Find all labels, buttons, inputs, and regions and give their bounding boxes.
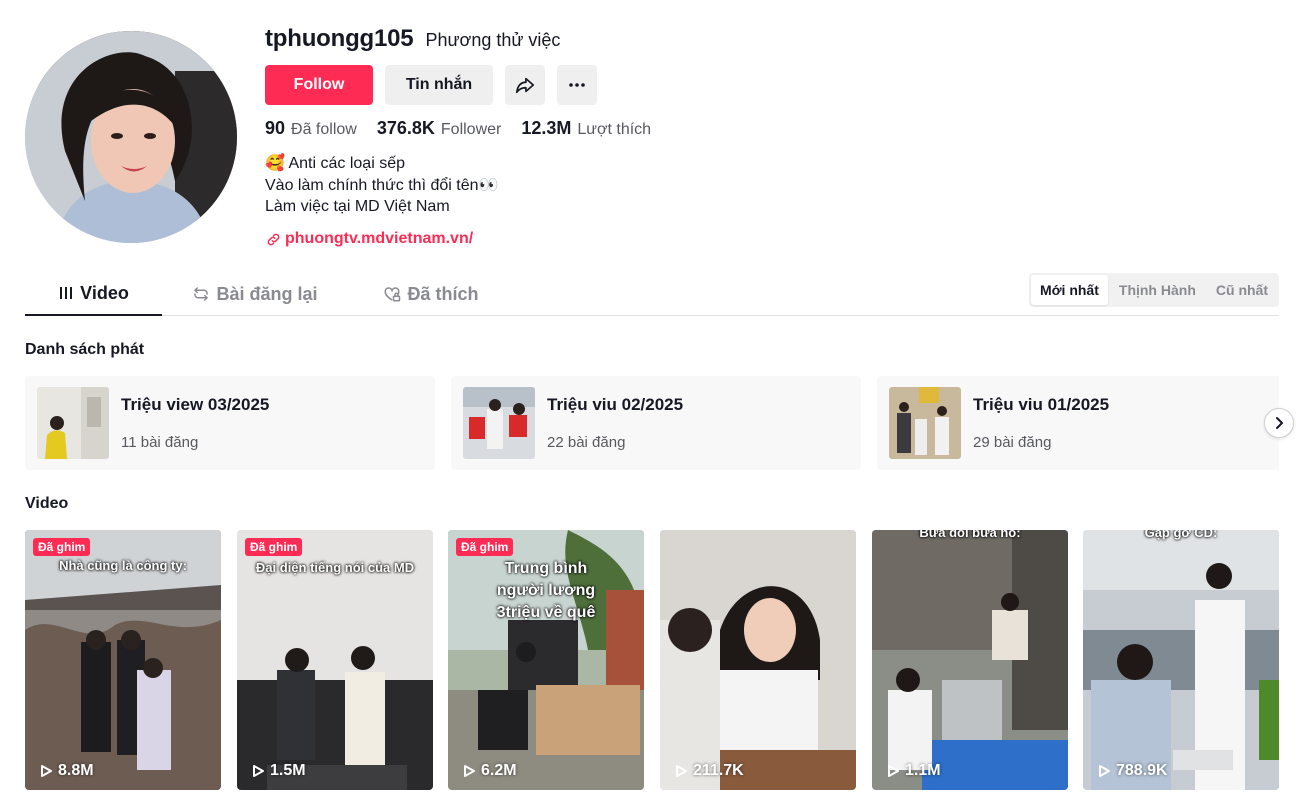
play-icon bbox=[1099, 765, 1110, 777]
bio-line: Vào làm chính thức thì đổi tên👀 bbox=[265, 176, 499, 194]
nickname: Phương thử việc bbox=[425, 30, 561, 50]
likes-count: 12.3M bbox=[521, 118, 572, 138]
pinned-badge: Đã ghim bbox=[33, 538, 91, 556]
followers-stat[interactable]: 376.8K Follower bbox=[377, 118, 502, 139]
share-icon bbox=[515, 77, 535, 94]
playlist-count: 22 bài đăng bbox=[547, 434, 626, 451]
bio-line: Làm việc tại MD Việt Nam bbox=[265, 198, 450, 215]
share-button[interactable] bbox=[505, 65, 545, 105]
video-thumbnail bbox=[660, 530, 856, 790]
view-count: 8.8M bbox=[39, 762, 94, 780]
pinned-badge: Đã ghim bbox=[245, 538, 303, 556]
following-stat[interactable]: 90 Đã follow bbox=[265, 118, 357, 139]
view-count-text: 1.5M bbox=[270, 762, 306, 779]
tab-video[interactable]: Video bbox=[25, 272, 162, 316]
video-card[interactable]: Bữa đói bữa no: 1.1M bbox=[872, 530, 1068, 790]
video-card[interactable]: Đã ghim Đại diện tiếng nói của MD 1.5M bbox=[237, 530, 433, 790]
video-caption: Đại diện tiếng nói của MD bbox=[255, 560, 415, 575]
profile-actions: Follow Tin nhắn bbox=[265, 65, 597, 105]
profile-bio: 🥰 Anti các loại sếp Vào làm chính thức t… bbox=[265, 153, 498, 218]
view-count-text: 1.1M bbox=[905, 762, 941, 779]
profile-link[interactable]: phuongtv.mdvietnam.vn/ bbox=[266, 230, 473, 248]
heart-lock-icon bbox=[384, 287, 401, 302]
view-count: 6.2M bbox=[462, 762, 517, 780]
playlist-card[interactable]: Triệu view 03/2025 11 bài đăng bbox=[25, 376, 435, 470]
grid-icon bbox=[60, 287, 73, 299]
more-button[interactable] bbox=[557, 65, 597, 105]
playlist-title: Triệu view 03/2025 bbox=[121, 395, 270, 414]
content-tabs: Video Bài đăng lại Đã thích Mới nhất Thị… bbox=[25, 272, 1279, 316]
view-count-text: 788.9K bbox=[1116, 762, 1168, 779]
view-count-text: 211.7K bbox=[693, 762, 744, 779]
playlist-next-button[interactable] bbox=[1264, 408, 1294, 438]
likes-label: Lượt thích bbox=[577, 121, 652, 138]
more-icon bbox=[569, 83, 585, 87]
view-count-text: 6.2M bbox=[481, 762, 517, 779]
view-count-text: 8.8M bbox=[58, 762, 94, 779]
following-label: Đã follow bbox=[291, 121, 357, 138]
view-count: 788.9K bbox=[1097, 762, 1168, 780]
link-icon bbox=[267, 233, 280, 245]
play-icon bbox=[253, 765, 264, 777]
video-card[interactable]: Gặp gỡ CD: 788.9K bbox=[1083, 530, 1279, 790]
play-icon bbox=[41, 765, 52, 777]
video-caption: Gặp gỡ CD: bbox=[1144, 530, 1218, 540]
playlist-card[interactable]: Triệu viu 02/2025 22 bài đăng bbox=[451, 376, 861, 470]
tab-liked[interactable]: Đã thích bbox=[375, 272, 487, 316]
likes-stat: 12.3M Lượt thích bbox=[521, 118, 651, 139]
bio-line: 🥰 Anti các loại sếp bbox=[265, 155, 405, 172]
sort-toggle: Mới nhất Thịnh Hành Cũ nhất bbox=[1028, 273, 1279, 307]
profile-link-text: phuongtv.mdvietnam.vn/ bbox=[285, 230, 474, 247]
message-button[interactable]: Tin nhắn bbox=[385, 65, 493, 105]
view-count: 1.1M bbox=[886, 762, 941, 780]
sort-oldest[interactable]: Cũ nhất bbox=[1207, 275, 1277, 305]
username: tphuongg105 bbox=[265, 25, 414, 52]
view-count: 1.5M bbox=[251, 762, 306, 780]
video-card[interactable]: Đã ghim Trung bình người lương 3triệu về… bbox=[448, 530, 644, 790]
follow-button[interactable]: Follow bbox=[265, 65, 373, 105]
video-grid: Đã ghim Nhà cũng là công ty: 8.8M Đã ghi… bbox=[25, 530, 1279, 790]
playlist-count: 29 bài đăng bbox=[973, 434, 1052, 451]
video-caption: Nhà cũng là công ty: bbox=[59, 558, 187, 573]
playlist-thumbnail bbox=[463, 387, 535, 459]
video-section-title: Video bbox=[25, 495, 69, 512]
profile-avatar[interactable] bbox=[25, 31, 237, 243]
sort-popular[interactable]: Thịnh Hành bbox=[1110, 275, 1205, 305]
tab-label: Đã thích bbox=[407, 283, 479, 304]
playlist-title: Triệu viu 02/2025 bbox=[547, 395, 684, 414]
following-count: 90 bbox=[265, 118, 286, 138]
tab-label: Video bbox=[80, 282, 129, 303]
pinned-badge: Đã ghim bbox=[456, 538, 514, 556]
playlist-thumbnail bbox=[889, 387, 961, 459]
tab-reposts[interactable]: Bài đăng lại bbox=[185, 272, 325, 316]
play-icon bbox=[464, 765, 475, 777]
playlist-thumbnail bbox=[37, 387, 109, 459]
playlist-carousel: Triệu view 03/2025 11 bài đăng Triệu viu… bbox=[25, 376, 1279, 470]
profile-stats: 90 Đã follow 376.8K Follower 12.3M Lượt … bbox=[265, 118, 651, 139]
view-count: 211.7K bbox=[674, 762, 744, 780]
video-thumbnail bbox=[1083, 530, 1279, 790]
followers-count: 376.8K bbox=[376, 118, 435, 138]
tab-label: Bài đăng lại bbox=[216, 283, 318, 304]
chevron-right-icon bbox=[1276, 417, 1283, 429]
playlist-section-title: Danh sách phát bbox=[25, 341, 145, 358]
play-icon bbox=[676, 765, 687, 777]
playlist-card[interactable]: Triệu viu 01/2025 29 bài đăng bbox=[877, 376, 1279, 470]
play-icon bbox=[888, 765, 899, 777]
followers-label: Follower bbox=[440, 121, 502, 138]
sort-newest[interactable]: Mới nhất bbox=[1030, 275, 1108, 305]
repost-icon bbox=[194, 287, 209, 301]
video-thumbnail bbox=[872, 530, 1068, 790]
video-card[interactable]: 211.7K bbox=[660, 530, 856, 790]
playlist-title: Triệu viu 01/2025 bbox=[973, 395, 1110, 414]
video-caption: Trung bình người lương 3triệu về quê bbox=[496, 560, 596, 621]
video-caption: Bữa đói bữa no: bbox=[919, 530, 1021, 540]
video-card[interactable]: Đã ghim Nhà cũng là công ty: 8.8M bbox=[25, 530, 221, 790]
playlist-count: 11 bài đăng bbox=[121, 434, 199, 451]
